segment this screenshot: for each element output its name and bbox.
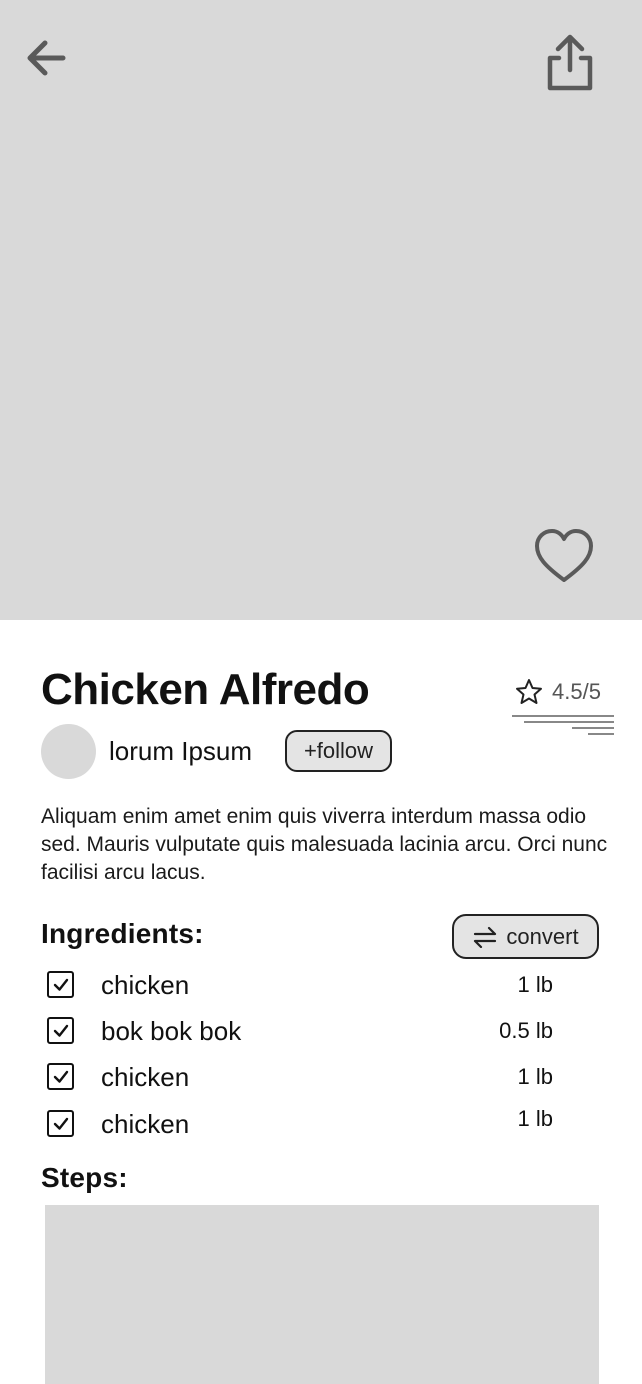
checkmark-icon	[53, 978, 68, 991]
ingredient-quantity: 0.5 lb	[499, 1018, 553, 1043]
steps-heading: Steps:	[41, 1162, 128, 1193]
ingredient-name: chicken	[101, 1062, 190, 1092]
recipe-description: Aliquam enim amet enim quis viverra inte…	[41, 805, 608, 884]
follow-button[interactable]: +follow	[285, 730, 392, 772]
ingredient-quantity: 1 lb	[517, 1106, 553, 1131]
ingredient-checkbox[interactable]	[47, 1110, 74, 1137]
swap-arrows-icon	[474, 926, 497, 948]
ingredient-checkbox[interactable]	[47, 1017, 74, 1044]
ingredient-checkbox[interactable]	[47, 971, 74, 998]
share-icon[interactable]	[541, 32, 599, 94]
recipe-title: Chicken Alfredo	[41, 665, 370, 714]
ingredient-quantity: 1 lb	[517, 1064, 553, 1089]
ingredient-row: bok bok bok 0.5 lb	[41, 1014, 561, 1050]
rating-underline	[512, 715, 614, 735]
checkmark-icon	[53, 1070, 68, 1083]
star-icon	[516, 679, 542, 704]
ingredient-name: bok bok bok	[101, 1016, 242, 1046]
steps-content-placeholder	[45, 1205, 599, 1384]
checkmark-icon	[53, 1117, 68, 1130]
heart-icon[interactable]	[533, 528, 595, 586]
ingredient-name: chicken	[101, 1109, 190, 1139]
rating-value: 4.5/5	[552, 679, 601, 704]
arrow-left-icon[interactable]	[22, 33, 72, 83]
ingredients-heading: Ingredients:	[41, 918, 204, 949]
ingredient-row: chicken 1 lb	[41, 968, 561, 1004]
ingredient-row: chicken 1 lb	[41, 1104, 561, 1140]
rating: 4.5/5	[514, 676, 601, 708]
ingredient-name: chicken	[101, 970, 190, 1000]
ingredient-row: chicken 1 lb	[41, 1060, 561, 1096]
ingredient-quantity: 1 lb	[517, 972, 553, 997]
convert-label: convert	[506, 923, 579, 949]
checkmark-icon	[53, 1024, 68, 1037]
ingredient-checkbox[interactable]	[47, 1063, 74, 1090]
convert-button[interactable]: convert	[452, 914, 599, 959]
author-name[interactable]: lorum Ipsum	[109, 734, 252, 768]
author-avatar[interactable]	[41, 724, 96, 779]
